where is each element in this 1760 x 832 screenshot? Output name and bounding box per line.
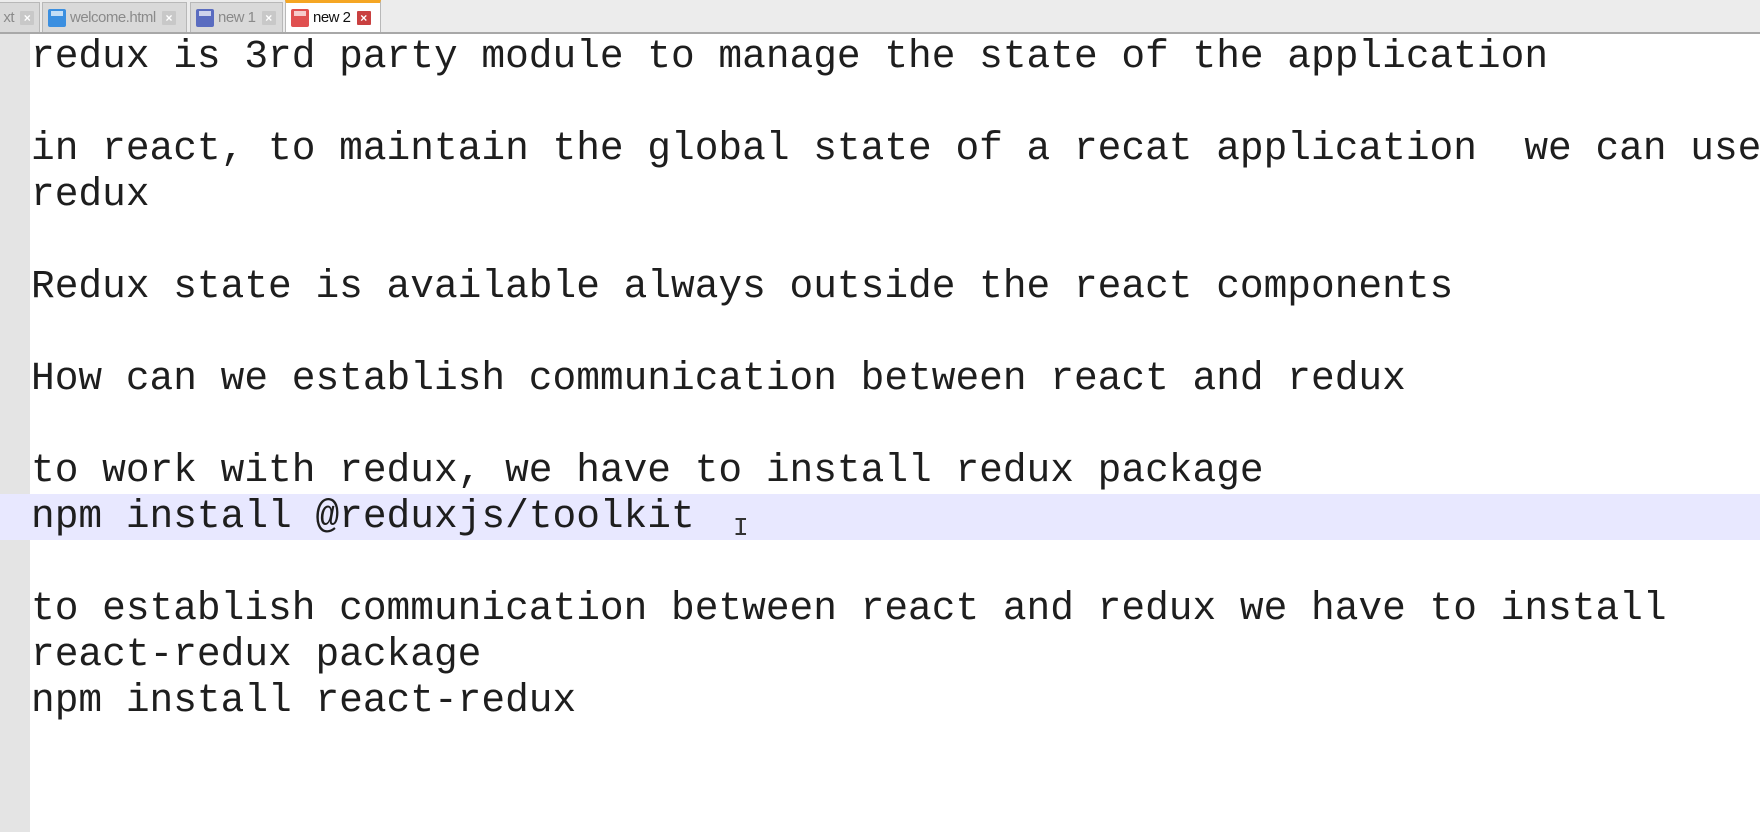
- line-text: npm install @reduxjs/toolkit: [31, 494, 719, 539]
- text-cursor-ibeam-icon: I: [733, 513, 749, 543]
- line-text: in react, to maintain the global state o…: [31, 126, 1760, 171]
- tab-xt[interactable]: xt ×: [0, 2, 40, 32]
- line-text: How can we establish communication betwe…: [31, 356, 1406, 401]
- text-line[interactable]: react-redux package: [0, 632, 1760, 678]
- tab-new-2[interactable]: new 2 ×: [285, 0, 381, 32]
- line-text: Redux state is available always outside …: [31, 264, 1454, 309]
- tab-label: new 1: [218, 9, 256, 26]
- close-tab-icon[interactable]: ×: [261, 10, 276, 25]
- line-text: npm install react-redux: [31, 678, 577, 723]
- text-line[interactable]: [0, 402, 1760, 448]
- close-tab-icon[interactable]: ×: [356, 10, 371, 25]
- text-line[interactable]: redux is 3rd party module to manage the …: [0, 34, 1760, 80]
- tab-bar: xt × welcome.html × new 1 × new 2 ×: [0, 0, 1760, 34]
- text-line[interactable]: npm install react-redux: [0, 678, 1760, 724]
- line-text: to work with redux, we have to install r…: [31, 448, 1264, 493]
- text-line[interactable]: [0, 218, 1760, 264]
- close-tab-icon[interactable]: ×: [161, 10, 176, 25]
- line-text: to establish communication between react…: [31, 586, 1667, 631]
- tab-welcome-html[interactable]: welcome.html ×: [42, 2, 187, 32]
- text-line[interactable]: in react, to maintain the global state o…: [0, 126, 1760, 172]
- text-editor[interactable]: redux is 3rd party module to manage the …: [0, 34, 1760, 832]
- text-line[interactable]: Redux state is available always outside …: [0, 264, 1760, 310]
- text-line[interactable]: [0, 310, 1760, 356]
- tab-new-1[interactable]: new 1 ×: [190, 2, 283, 32]
- line-text: react-redux package: [31, 632, 482, 677]
- tab-label: new 2: [313, 9, 351, 26]
- text-line[interactable]: redux: [0, 172, 1760, 218]
- close-tab-icon[interactable]: ×: [20, 10, 34, 25]
- save-disk-icon: [291, 8, 309, 27]
- current-line[interactable]: npm install @reduxjs/toolkit: [0, 494, 1760, 540]
- line-text: redux is 3rd party module to manage the …: [31, 34, 1549, 79]
- line-text: redux: [31, 172, 150, 217]
- text-line[interactable]: [0, 540, 1760, 586]
- save-disk-icon: [48, 8, 66, 27]
- tab-label: welcome.html: [70, 9, 156, 26]
- text-line[interactable]: to work with redux, we have to install r…: [0, 448, 1760, 494]
- text-line[interactable]: to establish communication between react…: [0, 586, 1760, 632]
- tab-label: xt: [3, 9, 14, 26]
- text-line[interactable]: [0, 80, 1760, 126]
- text-line[interactable]: How can we establish communication betwe…: [0, 356, 1760, 402]
- save-disk-icon: [196, 8, 214, 27]
